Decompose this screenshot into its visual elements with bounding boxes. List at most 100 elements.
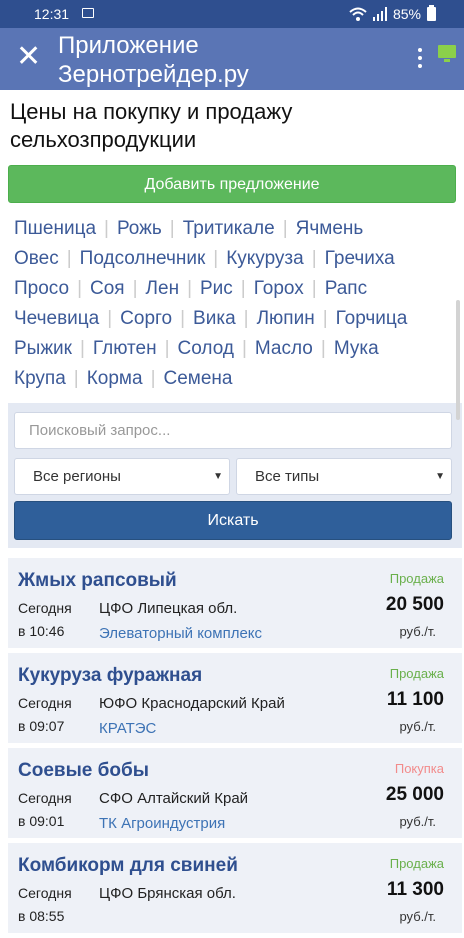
listing-price: 11 100 bbox=[386, 689, 444, 710]
app-title: Приложение Зернотрейдер.ру bbox=[58, 31, 249, 89]
category-link[interactable]: Рожь bbox=[117, 218, 162, 239]
add-offer-button[interactable]: Добавить предложение bbox=[8, 165, 456, 203]
category-separator: | bbox=[180, 308, 186, 329]
more-options-icon[interactable] bbox=[418, 48, 422, 72]
status-indicators: 85% bbox=[349, 5, 436, 22]
region-select[interactable]: Все регионы ▼ bbox=[14, 458, 230, 495]
listing-name: Жмых рапсовый bbox=[18, 570, 177, 591]
listing-time: в 09:01 bbox=[18, 813, 65, 829]
listing-name: Комбикорм для свиней bbox=[18, 855, 238, 876]
category-separator: | bbox=[311, 248, 317, 269]
listing-name: Кукуруза фуражная bbox=[18, 665, 203, 686]
category-link[interactable]: Люпин bbox=[257, 308, 315, 329]
app-bar: ✕ Приложение Зернотрейдер.ру bbox=[0, 28, 464, 90]
category-link[interactable]: Сорго bbox=[120, 308, 172, 329]
category-link[interactable]: Кукуруза bbox=[226, 248, 304, 269]
listing-price: 25 000 bbox=[385, 784, 444, 805]
listing-unit: руб./т. bbox=[399, 624, 436, 639]
category-link[interactable]: Просо bbox=[14, 278, 69, 299]
region-select-value: Все регионы bbox=[33, 468, 121, 485]
category-separator: | bbox=[240, 278, 246, 299]
listing-region: ЮФО Краснодарский Край bbox=[99, 695, 285, 712]
category-link[interactable]: Глютен bbox=[93, 338, 157, 359]
listing-time: в 10:46 bbox=[18, 623, 65, 639]
category-separator: | bbox=[241, 338, 247, 359]
category-separator: | bbox=[107, 308, 113, 329]
category-link[interactable]: Подсолнечник bbox=[80, 248, 206, 269]
category-separator: | bbox=[104, 218, 109, 239]
category-row: Рыжик | Глютен | Солод | Масло | Мука bbox=[14, 338, 460, 368]
search-button[interactable]: Искать bbox=[14, 501, 452, 540]
listing-region: СФО Алтайский Край bbox=[99, 790, 249, 807]
category-link[interactable]: Лен bbox=[146, 278, 180, 299]
category-link[interactable]: Ячмень bbox=[296, 218, 364, 239]
category-link[interactable]: Мука bbox=[334, 338, 379, 359]
category-link[interactable]: Тритикале bbox=[183, 218, 275, 239]
listing-card[interactable]: Кукуруза фуражная Сегодня в 09:07 ЮФО Красн… bbox=[8, 653, 462, 743]
category-row: Чечевица | Сорго | Вика | Люпин | Горчица bbox=[14, 308, 460, 338]
app-title-line1: Приложение bbox=[58, 32, 199, 59]
monitor-icon[interactable] bbox=[438, 45, 456, 62]
listing-card[interactable]: Жмых рапсовый Сегодня в 10:46 ЦФО Липецкая … bbox=[8, 558, 462, 648]
category-separator: | bbox=[169, 218, 175, 239]
listing-card[interactable]: Комбикорм для свиней Сегодня в 08:55 ЦФО Бр… bbox=[8, 843, 462, 933]
category-separator: | bbox=[282, 218, 288, 239]
listing-company[interactable]: Элеваторный комплекс bbox=[99, 625, 262, 642]
listing-type-badge: Покупка bbox=[394, 761, 444, 776]
category-link[interactable]: Чечевица bbox=[14, 308, 99, 329]
listing-price: 11 300 bbox=[386, 879, 444, 900]
category-row: Крупа | Корма | Семена bbox=[14, 368, 460, 398]
category-row: Овес | Подсолнечник | Кукуруза | Гречиха bbox=[14, 248, 460, 278]
listing-date: Сегодня bbox=[18, 790, 72, 806]
category-link[interactable]: Вика bbox=[193, 308, 236, 329]
gallery-icon bbox=[82, 8, 94, 18]
category-link[interactable]: Рапс bbox=[325, 278, 367, 299]
listing-date: Сегодня bbox=[18, 600, 72, 616]
category-link[interactable]: Соя bbox=[90, 278, 125, 299]
category-separator: | bbox=[132, 278, 138, 299]
category-link[interactable]: Корма bbox=[87, 368, 143, 389]
category-separator: | bbox=[243, 308, 249, 329]
category-link[interactable]: Пшеница bbox=[14, 218, 96, 239]
listing-company[interactable]: КРАТЭС bbox=[99, 720, 156, 737]
listing-unit: руб./т. bbox=[399, 719, 436, 734]
listings: Жмых рапсовый Сегодня в 10:46 ЦФО Липецкая … bbox=[8, 558, 462, 938]
type-select[interactable]: Все типы ▼ bbox=[236, 458, 452, 495]
listing-company[interactable]: ТК Агроиндустрия bbox=[99, 815, 225, 832]
page-title: Цены на покупку и продажу сельхозпродукц… bbox=[10, 98, 450, 154]
battery-percent: 85% bbox=[392, 6, 421, 22]
category-separator: | bbox=[311, 278, 317, 299]
listing-name: Соевые бобы bbox=[18, 760, 149, 781]
category-link[interactable]: Масло bbox=[255, 338, 313, 359]
battery-icon bbox=[427, 5, 436, 21]
category-link[interactable]: Горох bbox=[254, 278, 304, 299]
category-separator: | bbox=[79, 338, 85, 359]
category-link[interactable]: Рыжик bbox=[14, 338, 72, 359]
category-link[interactable]: Рис bbox=[200, 278, 233, 299]
category-link[interactable]: Семена bbox=[164, 368, 233, 389]
listing-time: в 08:55 bbox=[18, 908, 65, 924]
listing-type-badge: Продажа bbox=[389, 666, 444, 681]
scrollbar[interactable] bbox=[456, 300, 460, 420]
listing-card[interactable]: Соевые бобы Сегодня в 09:01 СФО Алтайский К… bbox=[8, 748, 462, 838]
category-separator: | bbox=[150, 368, 156, 389]
category-separator: | bbox=[164, 338, 170, 359]
close-icon[interactable]: ✕ bbox=[16, 40, 41, 74]
wifi-icon bbox=[349, 7, 367, 21]
listing-unit: руб./т. bbox=[399, 814, 436, 829]
listing-type-badge: Продажа bbox=[389, 571, 444, 586]
category-link[interactable]: Горчица bbox=[336, 308, 408, 329]
category-link[interactable]: Овес bbox=[14, 248, 59, 269]
listing-unit: руб./т. bbox=[399, 909, 436, 924]
category-link[interactable]: Крупа bbox=[14, 368, 66, 389]
app-title-line2: Зернотрейдер.ру bbox=[58, 61, 249, 88]
category-separator: | bbox=[187, 278, 192, 299]
search-input[interactable]: Поисковый запрос... bbox=[14, 412, 452, 449]
category-link[interactable]: Солод bbox=[178, 338, 234, 359]
category-separator: | bbox=[66, 248, 72, 269]
listing-region: ЦФО Липецкая обл. bbox=[99, 600, 238, 617]
status-bar: 12:31 85% bbox=[0, 0, 464, 28]
category-link[interactable]: Гречиха bbox=[325, 248, 395, 269]
search-panel: Поисковый запрос... Все регионы ▼ Все ти… bbox=[8, 403, 462, 548]
listing-time: в 09:07 bbox=[18, 718, 65, 734]
